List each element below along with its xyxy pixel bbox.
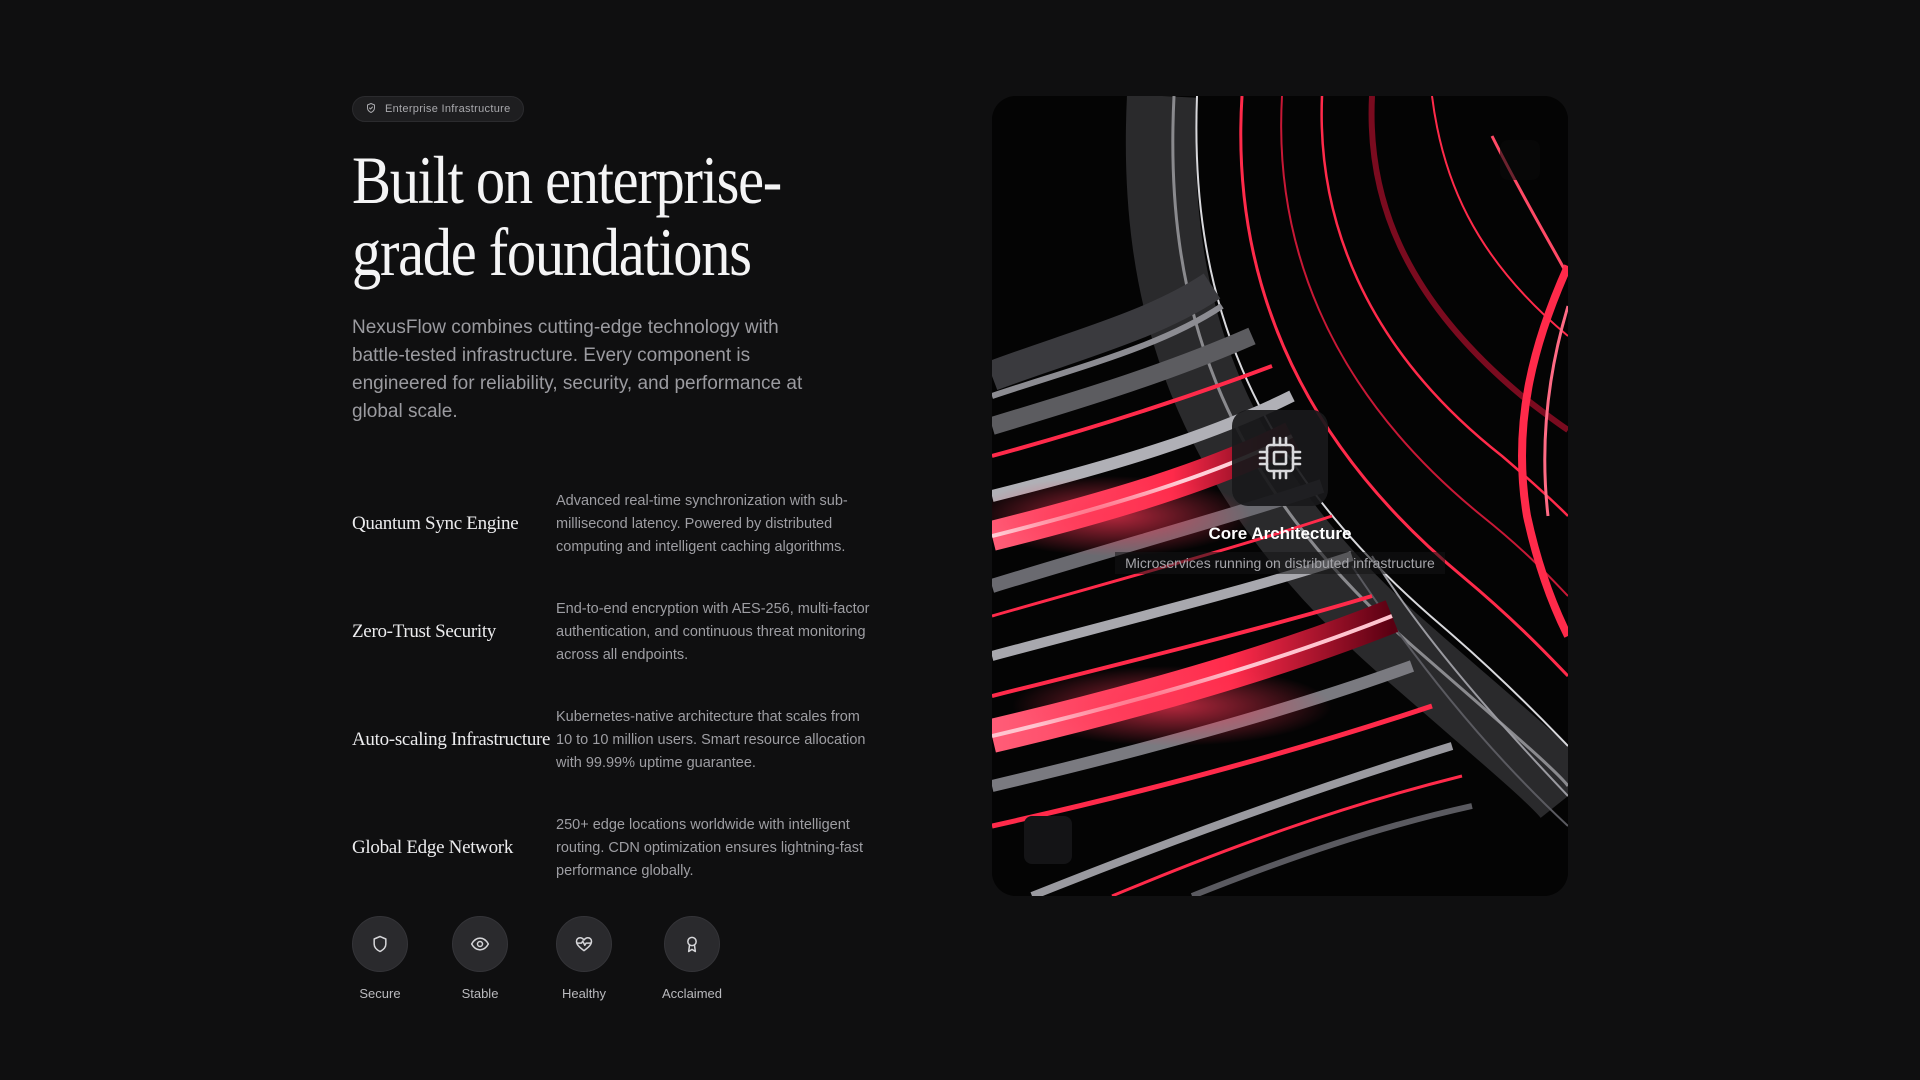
feature-title: Zero-Trust Security — [352, 621, 496, 642]
trust-indicators: Secure Stable Healthy Acclaimed — [352, 916, 872, 1001]
shield-check-icon — [365, 102, 377, 117]
content-column: Enterprise Infrastructure Built on enter… — [352, 96, 872, 1001]
shield-icon — [352, 916, 408, 972]
eye-icon — [452, 916, 508, 972]
card-subtitle-wrap: Microservices running on distributed inf… — [992, 552, 1568, 574]
trust-item-acclaimed: Acclaimed — [662, 916, 722, 1001]
feature-description: Kubernetes-native architecture that scal… — [556, 708, 866, 771]
trust-label: Acclaimed — [662, 986, 722, 1001]
trust-label: Healthy — [561, 986, 607, 1001]
headline-line-2: grade foundations — [352, 214, 752, 290]
trust-item-stable: Stable — [452, 916, 508, 1001]
headline-line-1: Built on enterprise- — [352, 142, 782, 218]
feature-description: End-to-end encryption with AES-256, mult… — [556, 600, 870, 663]
architecture-image-card: Core Architecture Microservices running … — [992, 96, 1568, 896]
feature-description: 250+ edge locations worldwide with intel… — [556, 816, 864, 879]
heart-pulse-icon — [556, 916, 612, 972]
intro-paragraph: NexusFlow combines cutting-edge technolo… — [352, 317, 803, 422]
feature-item: Auto-scaling Infrastructure Kubernetes-n… — [352, 686, 872, 794]
feature-title: Global Edge Network — [352, 837, 514, 858]
feature-item: Global Edge Network 250+ edge locations … — [352, 794, 872, 902]
feature-title: Auto-scaling Infrastructure — [352, 729, 551, 750]
card-decor-square — [1500, 140, 1540, 180]
award-icon — [664, 916, 720, 972]
feature-description: Advanced real-time synchronization with … — [556, 492, 848, 555]
badge-label: Enterprise Infrastructure — [385, 103, 511, 115]
trust-item-secure: Secure — [352, 916, 408, 1001]
feature-item: Zero-Trust Security End-to-end encryptio… — [352, 578, 872, 686]
feature-list: Quantum Sync Engine Advanced real-time s… — [352, 470, 872, 902]
trust-label: Stable — [461, 986, 499, 1001]
feature-title: Quantum Sync Engine — [352, 513, 519, 534]
feature-item: Quantum Sync Engine Advanced real-time s… — [352, 470, 872, 578]
card-decor-square — [1024, 816, 1072, 864]
card-subtitle: Microservices running on distributed inf… — [1115, 552, 1445, 574]
page-title: Built on enterprise- grade foundations — [352, 144, 868, 288]
section-badge: Enterprise Infrastructure — [352, 96, 524, 122]
card-title: Core Architecture — [1208, 524, 1352, 543]
page: Enterprise Infrastructure Built on enter… — [0, 0, 1920, 1080]
trust-item-healthy: Healthy — [556, 916, 612, 1001]
cpu-icon — [1232, 410, 1328, 506]
trust-label: Secure — [359, 986, 401, 1001]
